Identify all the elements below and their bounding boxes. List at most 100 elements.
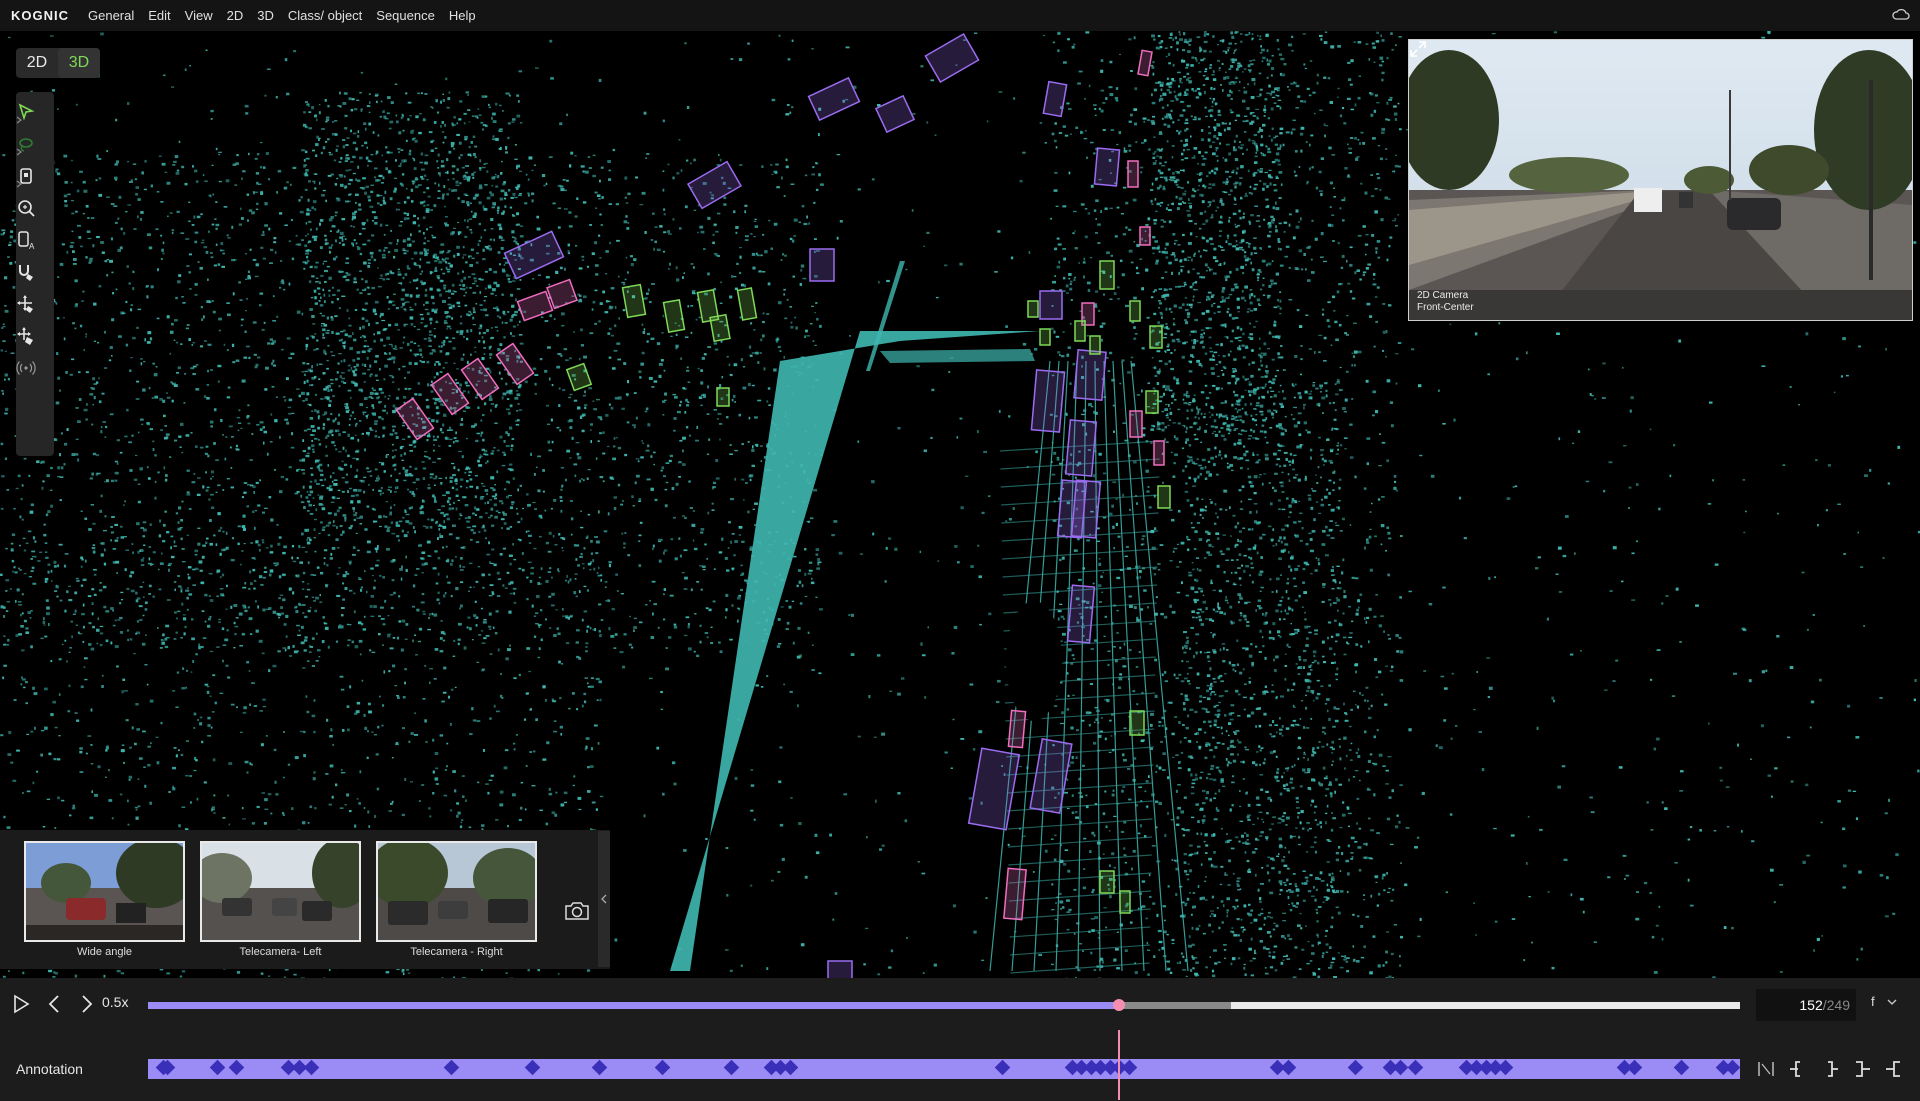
lidar-point	[125, 343, 129, 347]
menu-edit[interactable]: Edit	[141, 8, 177, 23]
lidar-point	[694, 613, 697, 615]
lidar-point	[186, 596, 189, 600]
lidar-point	[608, 403, 611, 406]
lidar-point	[1058, 132, 1063, 134]
lidar-point	[459, 383, 462, 387]
lidar-point	[136, 597, 141, 600]
lidar-point	[473, 277, 477, 280]
lidar-point	[509, 463, 513, 466]
lidar-point	[1419, 917, 1422, 921]
menu-help[interactable]: Help	[442, 8, 483, 23]
lidar-point	[819, 608, 823, 611]
lidar-point	[1510, 834, 1515, 837]
lidar-point	[771, 879, 774, 882]
lidar-point	[574, 474, 577, 478]
lidar-point	[66, 660, 68, 663]
lidar-point	[641, 323, 644, 326]
lidar-point	[413, 167, 417, 170]
lidar-point	[759, 445, 763, 447]
lidar-point	[1128, 149, 1131, 152]
lidar-point	[483, 619, 487, 621]
lidar-point	[1604, 689, 1608, 691]
lidar-point	[403, 396, 407, 399]
lidar-point	[699, 624, 702, 627]
lidar-point	[721, 376, 724, 379]
lidar-point	[77, 224, 81, 227]
lidar-point	[501, 396, 504, 400]
lidar-point	[324, 234, 327, 237]
lidar-point	[369, 605, 373, 608]
lidar-point	[519, 235, 524, 238]
lidar-point	[612, 457, 616, 461]
lidar-point	[270, 413, 273, 416]
lidar-point	[1259, 536, 1263, 540]
lidar-point	[420, 557, 424, 560]
lidar-point	[1602, 362, 1606, 365]
lidar-point	[804, 875, 808, 879]
lidar-point	[140, 211, 144, 214]
lidar-point	[357, 489, 362, 492]
lidar-point	[180, 637, 183, 639]
lidar-point	[260, 192, 264, 195]
cloud-sync-icon[interactable]	[1892, 7, 1910, 21]
lidar-point	[257, 183, 262, 185]
lidar-point	[408, 472, 412, 476]
lidar-point	[337, 489, 341, 492]
lidar-point	[263, 321, 266, 324]
lidar-point	[1013, 97, 1016, 100]
lidar-point	[55, 584, 58, 587]
lidar-point	[551, 592, 555, 596]
lidar-point	[1551, 696, 1554, 700]
lidar-point	[1833, 391, 1836, 394]
lidar-point	[307, 537, 311, 539]
lidar-point	[1857, 531, 1859, 534]
lidar-point	[474, 280, 477, 283]
menu-2d[interactable]: 2D	[220, 8, 251, 23]
lidar-point	[776, 645, 780, 648]
lidar-point	[491, 185, 494, 187]
lidar-point	[1655, 924, 1659, 927]
menu-general[interactable]: General	[81, 8, 141, 23]
lidar-point	[304, 188, 308, 191]
lidar-point	[302, 612, 305, 614]
menu-3d[interactable]: 3D	[250, 8, 281, 23]
lidar-point	[114, 539, 119, 542]
lidar-point	[120, 227, 123, 231]
lidar-point	[137, 483, 141, 485]
lidar-point	[797, 374, 800, 377]
lidar-point	[534, 392, 537, 395]
lidar-point	[1250, 922, 1253, 924]
lidar-point	[344, 187, 347, 189]
lidar-point	[526, 576, 529, 579]
lidar-point	[472, 153, 476, 156]
lidar-point	[20, 625, 24, 628]
lidar-point	[406, 217, 410, 220]
lidar-point	[319, 601, 323, 603]
lidar-point	[298, 545, 301, 549]
lidar-point	[1322, 464, 1325, 466]
lidar-point	[701, 356, 705, 360]
lidar-point	[308, 127, 312, 130]
lidar-point	[802, 470, 806, 473]
lidar-point	[286, 181, 289, 184]
lidar-point	[1265, 365, 1268, 369]
menu-class-object[interactable]: Class/ object	[281, 8, 369, 23]
lidar-point	[442, 272, 446, 275]
menu-sequence[interactable]: Sequence	[369, 8, 442, 23]
lidar-point	[355, 512, 358, 514]
lidar-point	[620, 593, 624, 595]
lidar-point	[143, 361, 146, 363]
lidar-point	[366, 286, 370, 288]
lidar-point	[499, 343, 503, 347]
lidar-point	[470, 329, 473, 333]
lidar-point	[833, 520, 838, 523]
lidar-point	[401, 288, 405, 292]
lidar-point	[467, 153, 472, 156]
lidar-point	[70, 200, 74, 202]
lidar-point	[597, 566, 600, 569]
lidar-point	[1417, 935, 1421, 938]
lidar-point	[679, 554, 682, 558]
menu-view[interactable]: View	[178, 8, 220, 23]
lidar-point	[64, 200, 68, 203]
lidar-point	[168, 568, 170, 572]
